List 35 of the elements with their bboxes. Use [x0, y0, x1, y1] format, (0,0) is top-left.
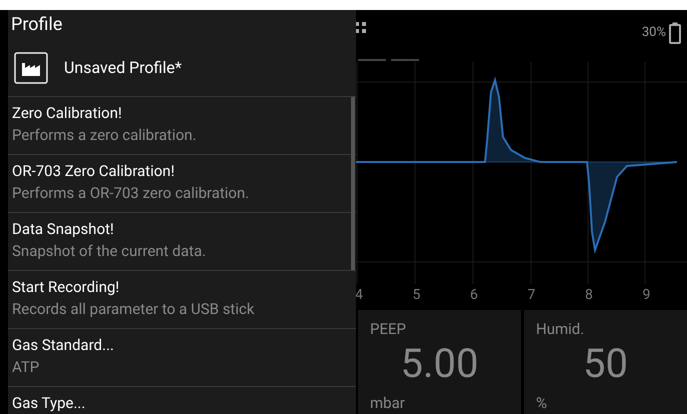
menu-item[interactable]: Start Recording! Records all parameter to a USB stick: [8, 271, 356, 329]
axis-tick-label: 8: [585, 286, 593, 304]
menu-item-subtitle: Records all parameter to a USB stick: [12, 299, 254, 319]
menu-item-subtitle: Snapshot of the current data.: [12, 241, 206, 261]
profile-name[interactable]: Unsaved Profile*: [64, 56, 182, 80]
factory-icon: [13, 51, 49, 85]
menu-item-title: Start Recording!: [12, 277, 120, 297]
battery-icon: [669, 22, 681, 44]
parameter-value: 5.00: [400, 340, 480, 388]
battery-percentage: 30%: [642, 24, 666, 42]
tab-indicator[interactable]: [358, 59, 386, 61]
axis-tick-label: 6: [470, 286, 478, 304]
parameter-value: 50: [582, 340, 629, 388]
menu-item-subtitle: ATP: [12, 357, 40, 377]
menu-item-title: Data Snapshot!: [12, 219, 114, 239]
menu-item-title: OR-703 Zero Calibration!: [12, 161, 175, 181]
menu-item-title: Gas Type...: [12, 393, 86, 413]
parameter-unit: %: [536, 394, 547, 412]
drawer-title: Profile: [10, 13, 64, 37]
menu-item-subtitle: Performs a OR-703 zero calibration.: [12, 183, 250, 203]
menu-item-title: Zero Calibration!: [12, 103, 122, 123]
menu-item-title: Gas Standard...: [12, 335, 114, 355]
parameter-label: Humid.: [536, 319, 584, 340]
parameter-label: PEEP: [370, 319, 406, 340]
parameter-tile[interactable]: PEEP 5.00 mbar: [358, 310, 521, 414]
tab-indicator[interactable]: [391, 59, 419, 61]
menu-item[interactable]: Gas Standard... ATP: [8, 329, 356, 387]
axis-tick-label: 7: [528, 286, 536, 304]
menu-item[interactable]: Gas Type...: [8, 387, 356, 414]
axis-tick-label: 5: [412, 286, 420, 304]
axis-tick-label: 4: [355, 286, 363, 304]
menu-item-subtitle: Performs a zero calibration.: [12, 125, 196, 145]
parameter-unit: mbar: [370, 394, 405, 412]
parameter-tile[interactable]: Humid. 50 %: [524, 310, 687, 414]
axis-tick-label: 9: [642, 286, 650, 304]
